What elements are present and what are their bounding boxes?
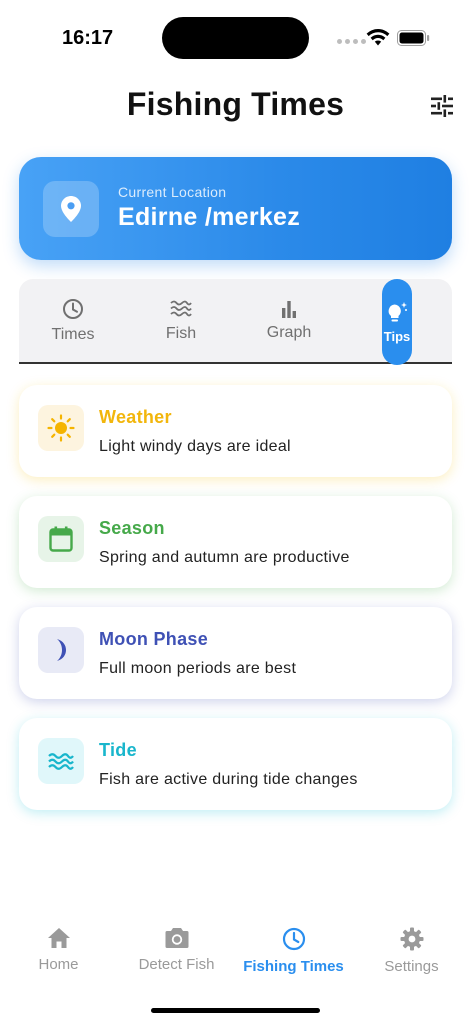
nav-fishing-times[interactable]: Fishing Times xyxy=(235,915,352,977)
weather-icon-box xyxy=(38,405,84,451)
tip-description: Light windy days are ideal xyxy=(99,438,291,455)
tab-fish[interactable]: Fish xyxy=(146,279,216,362)
dynamic-island xyxy=(162,17,309,59)
calendar-icon xyxy=(49,526,73,552)
tip-card-weather: Weather Light windy days are ideal xyxy=(19,385,452,477)
nav-detect-fish[interactable]: Detect Fish xyxy=(118,915,235,977)
location-icon-box xyxy=(43,181,99,237)
wifi-icon xyxy=(366,29,390,46)
nav-home[interactable]: Home xyxy=(0,915,117,977)
nav-fishing-times-label: Fishing Times xyxy=(243,958,344,975)
tab-times-label: Times xyxy=(51,325,95,343)
nav-settings-label: Settings xyxy=(384,958,439,975)
tab-tips[interactable]: Tips xyxy=(382,279,412,365)
tab-bar: Times Fish Graph Tips xyxy=(19,279,452,365)
home-indicator xyxy=(151,1008,320,1013)
tide-icon-box xyxy=(38,738,84,784)
status-bar: 16:17 xyxy=(0,0,471,70)
nav-home-label: Home xyxy=(38,956,79,973)
tip-title: Weather xyxy=(99,407,172,427)
tip-title: Season xyxy=(99,518,165,538)
waves-icon xyxy=(48,753,74,770)
bar-chart-icon xyxy=(282,300,296,318)
clock-icon xyxy=(63,298,83,319)
tab-times[interactable]: Times xyxy=(38,279,108,362)
tip-card-moon-phase: Moon Phase Full moon periods are best xyxy=(19,607,452,699)
gear-icon xyxy=(400,927,423,951)
location-card[interactable]: Current Location Edirne /merkez xyxy=(19,157,452,260)
cellular-signal-icon xyxy=(337,39,366,44)
location-name: Edirne /merkez xyxy=(118,203,301,231)
tip-description: Fish are active during tide changes xyxy=(99,771,358,788)
moon-icon xyxy=(57,639,68,661)
tab-graph[interactable]: Graph xyxy=(254,279,324,362)
waves-icon xyxy=(170,300,192,316)
location-caption: Current Location xyxy=(118,184,227,200)
location-pin-icon xyxy=(61,196,81,222)
moon-icon-box xyxy=(38,627,84,673)
sun-icon xyxy=(47,414,75,442)
tab-fish-label: Fish xyxy=(165,324,197,342)
clock-icon xyxy=(282,927,305,951)
season-icon-box xyxy=(38,516,84,562)
tip-card-tide: Tide Fish are active during tide changes xyxy=(19,718,452,810)
tip-description: Spring and autumn are productive xyxy=(99,549,350,566)
tune-icon xyxy=(431,95,453,117)
home-icon xyxy=(47,928,70,948)
status-time: 16:17 xyxy=(62,27,114,49)
tip-title: Moon Phase xyxy=(99,629,209,649)
camera-icon xyxy=(165,928,188,948)
tip-card-season: Season Spring and autumn are productive xyxy=(19,496,452,588)
tip-description: Full moon periods are best xyxy=(99,660,297,677)
tab-tips-label: Tips xyxy=(383,328,411,344)
battery-icon xyxy=(397,30,430,46)
tab-graph-label: Graph xyxy=(266,323,312,341)
page-title: Fishing Times xyxy=(126,86,345,122)
bottom-nav: Home Detect Fish Fishing Times Settings xyxy=(0,915,471,985)
lightbulb-icon xyxy=(388,301,407,321)
nav-settings[interactable]: Settings xyxy=(353,915,470,977)
nav-detect-fish-label: Detect Fish xyxy=(138,956,215,973)
filter-button[interactable] xyxy=(428,92,456,120)
tip-title: Tide xyxy=(99,740,137,760)
